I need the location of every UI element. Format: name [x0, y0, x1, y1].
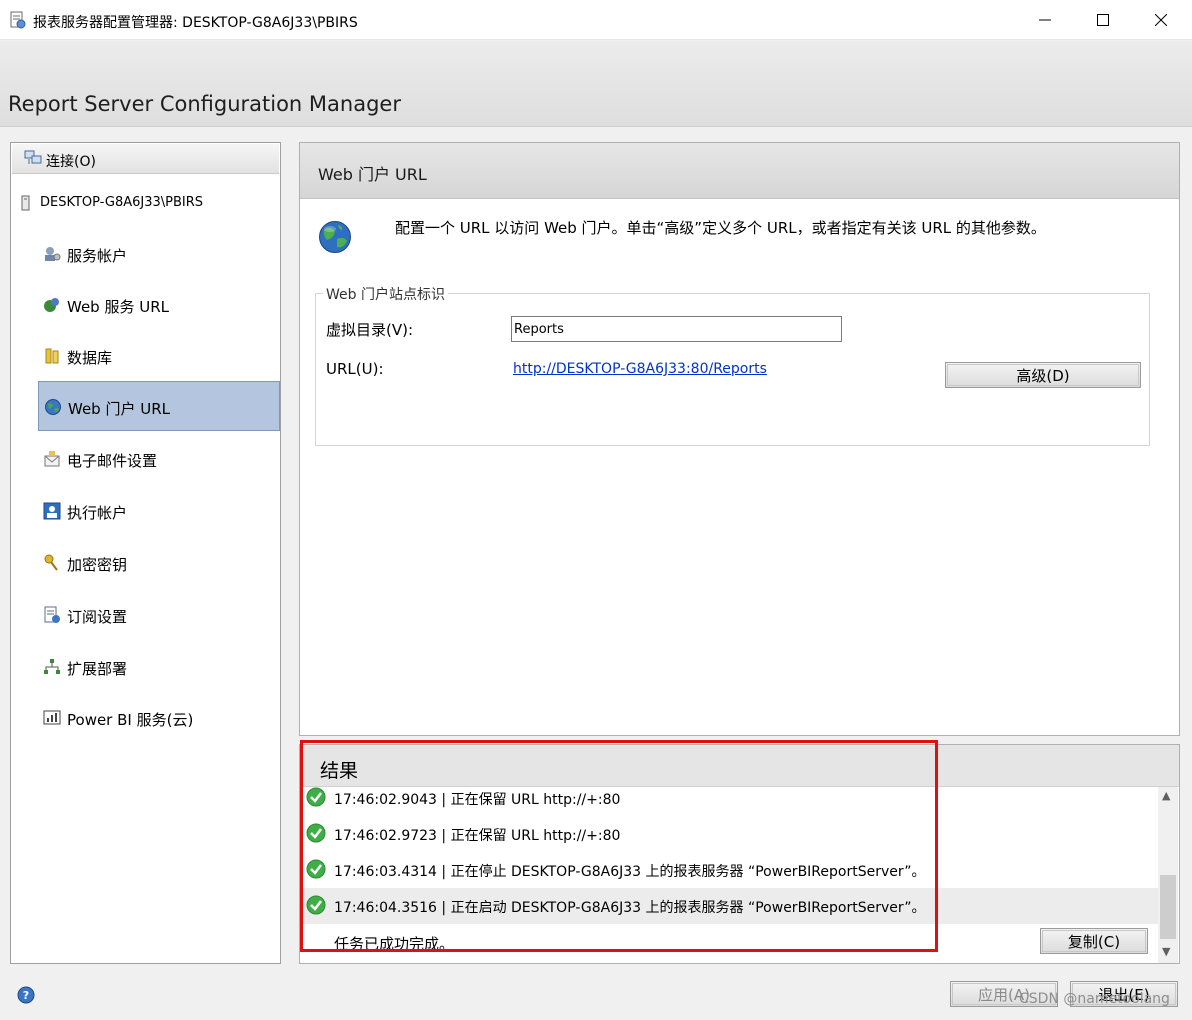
close-icon — [1155, 14, 1167, 26]
title-bar: 报表服务器配置管理器: DESKTOP-G8A6J33\PBIRS — [0, 0, 1192, 40]
results-scrollbar[interactable]: ▲ ▼ — [1158, 787, 1178, 963]
log-row: 17:46:02.9723 | 正在保留 URL http://+:80 — [300, 816, 1158, 852]
log-row: 17:46:03.4314 | 正在停止 DESKTOP-G8A6J33 上的报… — [300, 852, 1158, 888]
sidebar-item-label: 加密密钥 — [67, 556, 128, 574]
success-icon — [306, 787, 326, 807]
window-title: 报表服务器配置管理器: DESKTOP-G8A6J33\PBIRS — [33, 15, 358, 31]
portal-url-link[interactable]: http://DESKTOP-G8A6J33:80/Reports — [513, 361, 767, 377]
copy-button[interactable]: 复制(C) — [1040, 928, 1148, 954]
virtual-directory-input[interactable] — [511, 316, 842, 342]
minimize-icon — [1039, 19, 1051, 21]
sidebar-item-label: Web 服务 URL — [67, 298, 169, 316]
success-icon — [306, 859, 326, 879]
log-text: 17:46:02.9043 | 正在保留 URL http://+:80 — [334, 792, 621, 808]
server-icon — [21, 195, 30, 211]
keys-icon — [44, 554, 58, 571]
sidebar-item-encryption-keys[interactable]: 加密密钥 — [38, 538, 280, 588]
sidebar-item-label: 服务帐户 — [67, 247, 128, 265]
connect-button[interactable]: 连接(O) — [12, 144, 279, 174]
log-row: 17:46:02.9043 | 正在保留 URL http://+:80 — [300, 780, 1158, 816]
sidebar-item-email-settings[interactable]: 电子邮件设置 — [38, 434, 280, 484]
sidebar-item-label: 执行帐户 — [67, 504, 128, 522]
sidebar-item-database[interactable]: 数据库 — [38, 331, 280, 381]
scrollbar-thumb[interactable] — [1160, 875, 1176, 939]
power-bi-icon — [43, 710, 61, 725]
database-icon — [45, 348, 59, 364]
watermark: CSDN @nametoolang — [1019, 991, 1170, 1007]
log-text: 17:46:02.9723 | 正在保留 URL http://+:80 — [334, 828, 621, 844]
sidebar-item-scale-out-deployment[interactable]: 扩展部署 — [38, 642, 280, 692]
help-icon[interactable]: ? — [17, 986, 35, 1004]
advanced-button-label: 高级(D) — [1016, 366, 1070, 385]
minimize-button[interactable] — [1016, 0, 1074, 40]
log-text: 17:46:03.4314 | 正在停止 DESKTOP-G8A6J33 上的报… — [334, 864, 926, 880]
app-icon — [10, 11, 26, 29]
virtual-directory-label: 虚拟目录(V): — [326, 321, 414, 339]
sidebar-item-subscription-settings[interactable]: 订阅设置 — [38, 590, 280, 640]
server-name: DESKTOP-G8A6J33\PBIRS — [40, 195, 204, 210]
scale-out-icon — [44, 659, 60, 674]
sidebar-item-label: 订阅设置 — [67, 608, 128, 626]
sidebar-item-execution-account[interactable]: 执行帐户 — [38, 486, 280, 536]
panel-header: Web 门户 URL — [300, 143, 1179, 199]
web-service-icon — [44, 298, 59, 312]
sidebar-item-web-service-url[interactable]: Web 服务 URL — [38, 280, 280, 330]
connect-icon — [24, 150, 42, 164]
app-banner: Report Server Configuration Manager — [0, 41, 1192, 127]
panel-description: 配置一个 URL 以访问 Web 门户。单击“高级”定义多个 URL，或者指定有… — [395, 219, 1046, 237]
app-heading: Report Server Configuration Manager — [8, 92, 401, 116]
maximize-button[interactable] — [1074, 0, 1132, 40]
sidebar-item-label: 扩展部署 — [67, 660, 128, 678]
scroll-down-icon[interactable]: ▼ — [1162, 945, 1170, 958]
scroll-up-icon[interactable]: ▲ — [1162, 789, 1170, 802]
group-title: Web 门户站点标识 — [323, 284, 448, 304]
sidebar: 连接(O) DESKTOP-G8A6J33\PBIRS 服务帐户 Web 服务 … — [10, 142, 281, 964]
sidebar-item-label: 电子邮件设置 — [67, 452, 158, 470]
site-identification-group: Web 门户站点标识 虚拟目录(V): URL(U): http://DESKT… — [315, 284, 1150, 446]
web-portal-panel: Web 门户 URL 配置一个 URL 以访问 Web 门户。单击“高级”定义多… — [299, 142, 1180, 736]
sidebar-item-label: Power BI 服务(云) — [67, 711, 194, 729]
url-label: URL(U): — [326, 360, 384, 378]
log-text: 17:46:04.3516 | 正在启动 DESKTOP-G8A6J33 上的报… — [334, 900, 926, 916]
log-row: 17:46:04.3516 | 正在启动 DESKTOP-G8A6J33 上的报… — [300, 888, 1158, 924]
sidebar-item-power-bi-service[interactable]: Power BI 服务(云) — [38, 693, 280, 743]
sidebar-item-label: Web 门户 URL — [68, 400, 170, 418]
close-button[interactable] — [1132, 0, 1190, 40]
subscription-icon — [44, 606, 60, 623]
globe-icon — [319, 221, 351, 253]
sidebar-item-label: 数据库 — [67, 349, 113, 367]
results-panel: 结果 17:46:02.9043 | 正在保留 URL http://+:80 … — [299, 744, 1180, 964]
connect-label: 连接(O) — [46, 154, 96, 170]
results-title: 结果 — [320, 760, 359, 782]
copy-button-label: 复制(C) — [1067, 932, 1121, 951]
globe-icon — [45, 399, 61, 415]
task-complete-text: 任务已成功完成。 — [334, 935, 455, 953]
success-icon — [306, 895, 326, 915]
service-account-icon — [45, 247, 61, 261]
svg-text:?: ? — [23, 989, 29, 1002]
execution-account-icon — [43, 502, 61, 520]
sidebar-item-service-account[interactable]: 服务帐户 — [38, 229, 280, 279]
email-icon — [44, 451, 60, 467]
panel-title: Web 门户 URL — [318, 165, 427, 184]
maximize-icon — [1097, 14, 1109, 26]
advanced-button[interactable]: 高级(D) — [945, 362, 1141, 388]
success-icon — [306, 823, 326, 843]
sidebar-item-web-portal-url[interactable]: Web 门户 URL — [38, 381, 280, 431]
